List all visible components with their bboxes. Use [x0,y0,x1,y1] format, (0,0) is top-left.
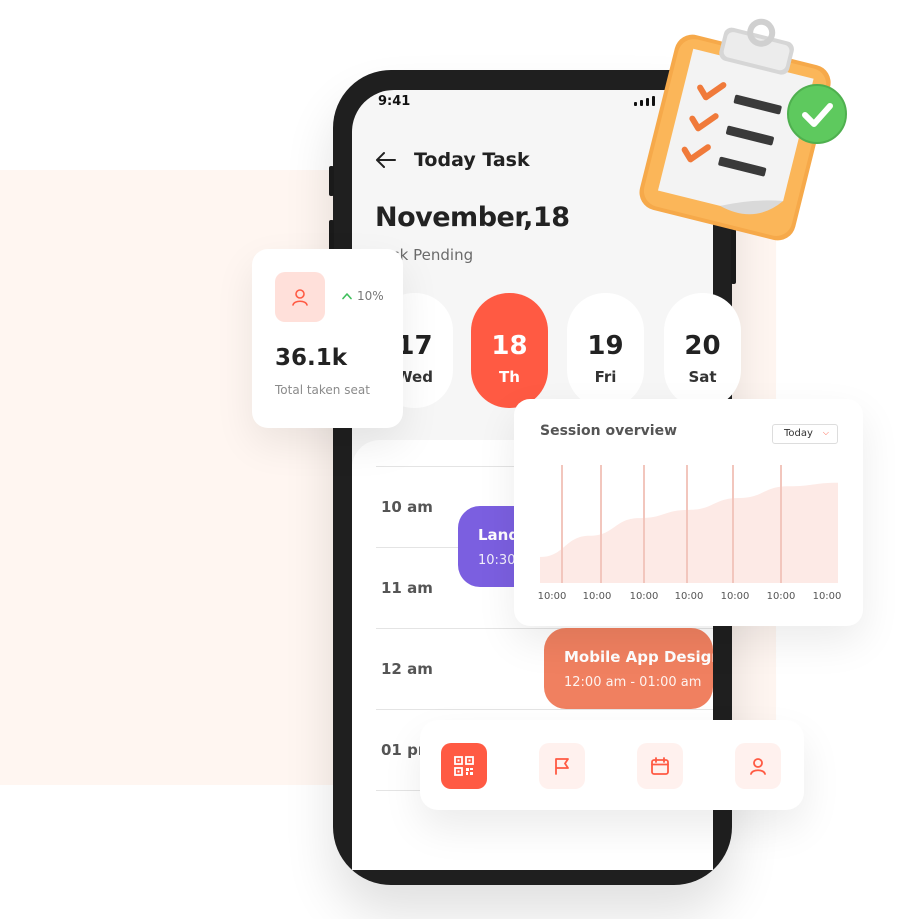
x-tick-label: 10:00 [629,591,659,602]
time-label: 10 am [381,498,433,516]
time-label: 11 am [381,579,433,597]
event-time: 12:00 am - 01:00 am [564,675,702,690]
day-pill-19[interactable]: 19 Fri [567,293,644,408]
day-weekday: Sat [688,368,717,386]
user-icon [292,289,308,306]
nav-qr-button[interactable] [441,743,487,789]
chart-area [540,482,838,583]
day-weekday: Fri [594,368,617,386]
chevron-down-icon: ⌵ [822,428,829,437]
x-tick-label: 10:00 [582,591,612,602]
session-overview-card: Session overview Today ⌵ 10:00 10:00 10:00… [514,399,863,626]
stat-icon-box [275,272,325,322]
period-dropdown-value: Today [784,428,813,439]
x-axis-labels: 10:00 10:00 10:00 10:00 10:00 10:00 10:00 [534,591,844,605]
nav-flag-button[interactable] [539,743,585,789]
calendar-icon [651,757,669,775]
x-tick-label: 10:00 [674,591,704,602]
divider [376,709,713,710]
time-label: 12 am [381,660,433,678]
x-tick-label: 10:00 [720,591,750,602]
period-dropdown[interactable]: Today ⌵ [772,424,838,444]
session-chart [540,465,838,583]
stat-change-value: 10% [357,289,384,303]
user-icon [750,758,766,775]
back-arrow-icon[interactable] [375,150,397,170]
x-tick-label: 10:00 [812,591,842,602]
status-time: 9:41 [378,94,411,109]
nav-calendar-button[interactable] [637,743,683,789]
day-number: 20 [684,331,721,361]
day-number: 19 [587,331,624,361]
date-heading: November,18 [375,202,570,233]
page-title: Today Task [414,149,530,171]
qr-code-icon [454,756,474,776]
clipboard-checklist-illustration [639,18,847,241]
nav-profile-button[interactable] [735,743,781,789]
day-pill-18[interactable]: 18 Th [471,293,548,408]
x-tick-label: 10:00 [766,591,796,602]
session-title: Session overview [540,423,677,439]
day-weekday: Th [499,368,520,386]
flag-icon [555,758,569,775]
bottom-nav [420,720,804,810]
x-tick-label: 10:00 [537,591,567,602]
day-pill-20[interactable]: 20 Sat [664,293,741,408]
phone-side-button [329,166,334,196]
stat-value: 36.1k [275,345,348,371]
event-title: Mobile App Design [564,648,713,666]
stat-label: Total taken seat [275,383,370,397]
arrow-up-icon [342,293,352,300]
stat-change: 10% [342,289,384,303]
day-number: 18 [491,331,528,361]
stat-card: 10% 36.1k Total taken seat [252,249,403,428]
event-card-mobile-app[interactable]: Mobile App Design 12:00 am - 01:00 am [544,628,713,709]
